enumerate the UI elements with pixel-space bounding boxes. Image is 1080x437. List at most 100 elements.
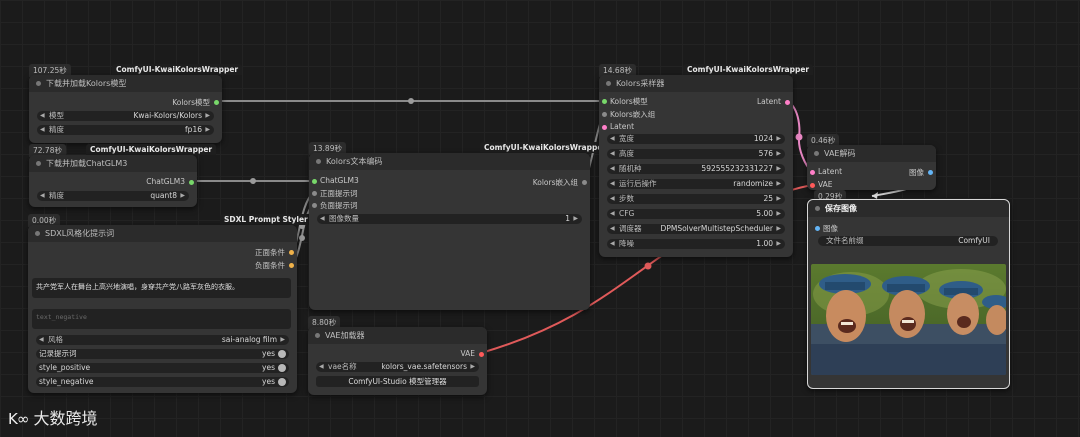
node-source-badge: SDXL Prompt Styler (220, 214, 312, 225)
node-title: VAE加载器 (325, 331, 365, 340)
input-pin[interactable] (810, 183, 815, 188)
generated-image-preview[interactable] (811, 264, 1006, 375)
arrow-right-icon[interactable]: ▶ (776, 209, 781, 219)
input-pin[interactable] (312, 191, 317, 196)
arrow-right-icon[interactable]: ▶ (470, 362, 475, 372)
input-pin[interactable] (602, 99, 607, 104)
input-label: VAE (818, 180, 833, 189)
watermark-logo: K∞ 大数跨境 (8, 409, 98, 428)
node-vae-decode[interactable]: VAE解码 Latent VAE 图像 (807, 145, 936, 190)
input-pin[interactable] (815, 226, 820, 231)
model-manager-button[interactable]: ComfyUI-Studio 模型管理器 (316, 376, 479, 387)
node-kolors-text-encode[interactable]: Kolors文本编码 ChatGLM3 正面提示词 负面提示词 Kolors嵌入… (309, 153, 590, 310)
negative-prompt-textarea[interactable]: text_negative (32, 309, 291, 329)
output-pin[interactable] (289, 263, 294, 268)
node-title: 保存图像 (825, 204, 857, 213)
widget-combo[interactable]: ◀ 风格 sai-analog film ▶ (36, 335, 289, 345)
output-pin[interactable] (785, 100, 790, 105)
widget-combo[interactable]: ◀ 模型 Kwai-Kolors/Kolors ▶ (37, 111, 214, 121)
widget-number[interactable]: ◀ CFG 5.00 ▶ (607, 209, 785, 219)
arrow-left-icon[interactable]: ◀ (40, 111, 45, 121)
node-title: 下载并加载ChatGLM3 (46, 159, 128, 168)
widget-combo[interactable]: ◀ 调度器 DPMSolverMultistepScheduler ▶ (607, 224, 785, 234)
input-pin[interactable] (602, 125, 607, 130)
toggle-knob-icon[interactable] (278, 350, 286, 358)
arrow-left-icon[interactable]: ◀ (610, 179, 615, 189)
output-pin[interactable] (479, 352, 484, 357)
input-pin[interactable] (312, 203, 317, 208)
collapse-dot-icon[interactable] (316, 159, 321, 164)
input-pin[interactable] (312, 179, 317, 184)
widget-combo[interactable]: ◀ 精度 fp16 ▶ (37, 125, 214, 135)
arrow-right-icon[interactable]: ▶ (776, 239, 781, 249)
node-source-badge: ComfyUI-KwaiKolorsWrapper (683, 64, 814, 75)
toggle-knob-icon[interactable] (278, 378, 286, 386)
arrow-right-icon[interactable]: ▶ (205, 125, 210, 135)
arrow-right-icon[interactable]: ▶ (180, 191, 185, 201)
arrow-right-icon[interactable]: ▶ (776, 134, 781, 144)
output-label: 负面条件 (255, 261, 285, 270)
input-pin[interactable] (602, 112, 607, 117)
output-pin[interactable] (928, 170, 933, 175)
node-load-chatglm[interactable]: 下载并加载ChatGLM3 ChatGLM3 ◀ 精度 quant8 ▶ (29, 155, 197, 207)
arrow-right-icon[interactable]: ▶ (776, 179, 781, 189)
arrow-right-icon[interactable]: ▶ (280, 335, 285, 345)
output-pin[interactable] (214, 100, 219, 105)
widget-toggle[interactable]: 记录提示词 yes (36, 349, 289, 359)
arrow-left-icon[interactable]: ◀ (610, 209, 615, 219)
widget-toggle[interactable]: style_negative yes (36, 377, 289, 387)
widget-number[interactable]: ◀ 图像数量 1 ▶ (317, 214, 582, 224)
widget-number[interactable]: ◀ 降噪 1.00 ▶ (607, 239, 785, 249)
positive-prompt-textarea[interactable]: 共产党军人在舞台上高兴地演唱，身穿共产党八路军灰色的衣服。 (32, 278, 291, 298)
widget-number[interactable]: ◀ 宽度 1024 ▶ (607, 134, 785, 144)
arrow-right-icon[interactable]: ▶ (776, 194, 781, 204)
arrow-left-icon[interactable]: ◀ (610, 194, 615, 204)
arrow-right-icon[interactable]: ▶ (776, 224, 781, 234)
arrow-right-icon[interactable]: ▶ (776, 149, 781, 159)
input-label: Kolors嵌入组 (610, 110, 656, 119)
arrow-right-icon[interactable]: ▶ (776, 164, 781, 174)
widget-combo[interactable]: ◀ 精度 quant8 ▶ (37, 191, 189, 201)
toggle-knob-icon[interactable] (278, 364, 286, 372)
node-kolors-sampler[interactable]: Kolors采样器 Kolors模型 Kolors嵌入组 Latent Late… (599, 75, 793, 257)
arrow-left-icon[interactable]: ◀ (610, 164, 615, 174)
arrow-left-icon[interactable]: ◀ (610, 149, 615, 159)
arrow-left-icon[interactable]: ◀ (610, 134, 615, 144)
output-pin[interactable] (289, 250, 294, 255)
arrow-left-icon[interactable]: ◀ (320, 214, 325, 224)
collapse-dot-icon[interactable] (315, 333, 320, 338)
collapse-dot-icon[interactable] (35, 231, 40, 236)
node-sdxl-styler[interactable]: SDXL风格化提示词 正面条件 负面条件 共产党军人在舞台上高兴地演唱，身穿共产… (28, 225, 297, 393)
input-label: 负面提示词 (320, 201, 358, 210)
arrow-left-icon[interactable]: ◀ (39, 335, 44, 345)
node-vae-loader[interactable]: VAE加载器 VAE ◀ vae名称 kolors_vae.safetensors… (308, 327, 487, 395)
output-pin[interactable] (582, 180, 587, 185)
input-label: 正面提示词 (320, 189, 358, 198)
collapse-dot-icon[interactable] (36, 161, 41, 166)
widget-number[interactable]: ◀ 随机种 592555232331227 ▶ (607, 164, 785, 174)
filename-prefix-input[interactable]: 文件名前缀 ComfyUI (818, 236, 998, 246)
arrow-right-icon[interactable]: ▶ (205, 111, 210, 121)
arrow-left-icon[interactable]: ◀ (610, 239, 615, 249)
arrow-left-icon[interactable]: ◀ (319, 362, 324, 372)
widget-toggle[interactable]: style_positive yes (36, 363, 289, 373)
arrow-right-icon[interactable]: ▶ (573, 214, 578, 224)
output-label: 正面条件 (255, 248, 285, 257)
node-source-badge: ComfyUI-KwaiKolorsWrapper (86, 144, 217, 155)
collapse-dot-icon[interactable] (815, 206, 820, 211)
widget-number[interactable]: ◀ 步数 25 ▶ (607, 194, 785, 204)
widget-number[interactable]: ◀ 高度 576 ▶ (607, 149, 785, 159)
collapse-dot-icon[interactable] (36, 81, 41, 86)
node-load-kolors[interactable]: 下载并加载Kolors模型 Kolors模型 ◀ 模型 Kwai-Kolors/K… (29, 75, 222, 143)
widget-combo[interactable]: ◀ 运行后操作 randomize ▶ (607, 179, 785, 189)
collapse-dot-icon[interactable] (606, 81, 611, 86)
input-pin[interactable] (810, 170, 815, 175)
collapse-dot-icon[interactable] (814, 151, 819, 156)
arrow-left-icon[interactable]: ◀ (40, 191, 45, 201)
k-logo-icon: K∞ (8, 410, 29, 428)
arrow-left-icon[interactable]: ◀ (40, 125, 45, 135)
widget-combo[interactable]: ◀ vae名称 kolors_vae.safetensors ▶ (316, 362, 479, 372)
node-title: SDXL风格化提示词 (45, 229, 115, 238)
arrow-left-icon[interactable]: ◀ (610, 224, 615, 234)
output-pin[interactable] (189, 180, 194, 185)
